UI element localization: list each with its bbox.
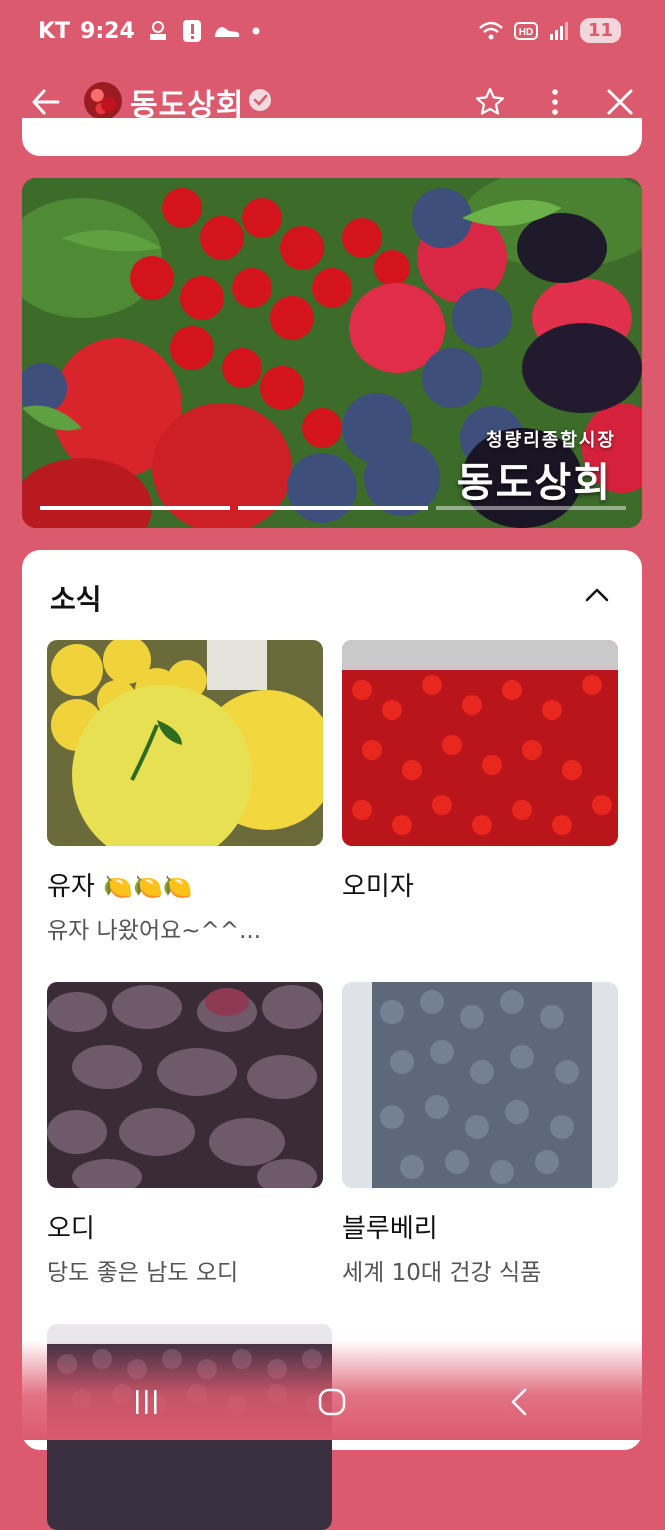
store-banner[interactable]: 청량리종합시장 동도상회: [22, 178, 642, 528]
close-button[interactable]: [604, 86, 636, 118]
news-item-title: 유자: [47, 872, 95, 902]
chevron-up-icon: [585, 588, 609, 602]
news-item-description: 당도 좋은 남도 오디: [47, 1260, 239, 1286]
previous-card-edge: [22, 118, 642, 156]
news-item-blueberry[interactable]: 블루베리 세계 10대 건강 식품: [342, 982, 618, 1287]
sneaker-icon: [213, 21, 241, 41]
svg-text:HD: HD: [519, 27, 533, 38]
home-icon: [318, 1388, 346, 1416]
news-section: 소식 유자 🍋🍋🍋 유자 나왔어요~^^... 오미자 오디 당도 좋은 남도 …: [22, 550, 642, 1530]
clock: 9:24: [80, 18, 135, 44]
news-item-omija[interactable]: 오미자: [342, 640, 618, 903]
signal-icon: [548, 20, 570, 42]
more-vertical-icon: [552, 89, 558, 115]
banner-page-segment: [436, 506, 626, 510]
alert-icon: [181, 18, 203, 44]
dot-icon: [251, 26, 261, 36]
hd-icon: HD: [513, 21, 538, 41]
news-item-odi[interactable]: 오디 당도 좋은 남도 오디: [47, 982, 323, 1287]
battery-indicator: 11: [579, 18, 621, 43]
system-back-button[interactable]: [500, 1382, 540, 1422]
wifi-icon: [478, 20, 504, 42]
back-button[interactable]: [28, 84, 64, 120]
star-icon: [475, 87, 505, 115]
yuja-thumbnail: [47, 640, 323, 846]
recent-apps-button[interactable]: [126, 1382, 166, 1422]
lemon-emoji-icon: 🍋🍋🍋: [103, 873, 193, 901]
chevron-left-icon: [511, 1388, 527, 1416]
carrier-label: KT: [38, 18, 71, 44]
verified-badge-icon: [248, 88, 272, 112]
banner-page-segment: [40, 506, 230, 510]
banner-subtitle: 청량리종합시장: [486, 430, 616, 451]
omija-thumbnail: [342, 640, 618, 846]
store-avatar[interactable]: [84, 82, 122, 120]
banner-page-indicator: [40, 506, 626, 510]
news-item-description: 세계 10대 건강 식품: [342, 1260, 542, 1286]
news-item-description: 유자 나왔어요~^^...: [47, 918, 262, 944]
news-item-yuja[interactable]: 유자 🍋🍋🍋 유자 나왔어요~^^...: [47, 640, 323, 945]
blueberry-thumbnail: [342, 982, 618, 1188]
recent-apps-icon: [136, 1390, 157, 1414]
home-button[interactable]: [312, 1382, 352, 1422]
collapse-button[interactable]: [582, 580, 612, 610]
banner-page-segment: [238, 506, 428, 510]
news-item-title: 블루베리: [342, 1214, 438, 1244]
more-options-button[interactable]: [540, 86, 570, 118]
news-section-title: 소식: [50, 583, 102, 616]
news-item-title: 오디: [47, 1214, 95, 1244]
arrow-left-icon: [32, 89, 60, 115]
favorite-button[interactable]: [474, 86, 506, 118]
banner-title: 동도상회: [456, 460, 612, 506]
bank-icon: [145, 18, 171, 44]
news-item-title: 오미자: [342, 872, 414, 902]
system-navigation-bar: [0, 1372, 665, 1432]
status-bar: KT 9:24 HD 11: [0, 0, 665, 68]
odi-thumbnail: [47, 982, 323, 1188]
close-icon: [607, 89, 633, 115]
